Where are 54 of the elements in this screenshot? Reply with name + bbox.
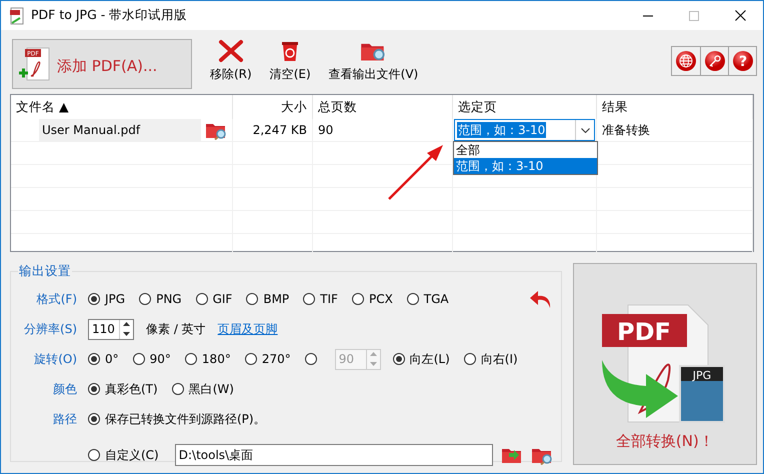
resolution-label: 分辨率(S) <box>23 320 77 338</box>
key-icon <box>704 50 726 72</box>
table-cell: 90 <box>313 119 453 142</box>
color-radio[interactable]: 黑白(W) <box>172 380 234 398</box>
path-label: 路径 <box>52 410 77 428</box>
column-header[interactable]: 结果 <box>597 95 753 119</box>
table-cell: User Manual.pdf <box>39 119 201 141</box>
cross-icon <box>218 39 244 63</box>
app-icon <box>9 6 25 24</box>
format-radio[interactable]: TIF <box>303 292 338 306</box>
chevron-down-icon <box>580 128 590 132</box>
page-range-dropdown[interactable]: 范围，如：3-10 <box>454 119 595 141</box>
resolution-spinner[interactable]: 110 <box>88 318 134 340</box>
key-button[interactable] <box>700 47 728 75</box>
color-radio[interactable]: 真彩色(T) <box>88 380 158 398</box>
down-icon <box>370 362 377 366</box>
globe-icon <box>675 50 697 72</box>
maximize-icon <box>689 10 699 20</box>
format-radio[interactable]: PNG <box>139 292 182 306</box>
down-icon <box>123 332 130 336</box>
path-field[interactable]: D:\tools\桌面 <box>174 444 493 466</box>
column-header[interactable]: 大小 <box>233 95 313 119</box>
rotation-label: 旋转(O) <box>33 350 77 368</box>
close-icon <box>734 10 746 21</box>
rotation-radio[interactable]: 0° <box>88 352 119 366</box>
table-cell: 准备转换 <box>597 119 753 142</box>
window-title: PDF to JPG - 带水印试用版 <box>31 7 188 24</box>
format-radio[interactable]: BMP <box>246 292 290 306</box>
format-radio[interactable]: PCX <box>352 292 393 306</box>
header-footer-link[interactable]: 页眉及页脚 <box>218 320 278 338</box>
path-radio[interactable]: 自定义(C) <box>88 446 159 464</box>
table-cell: 2,247 KB <box>233 119 313 142</box>
view-button[interactable]: 查看输出文件(V) <box>328 39 418 83</box>
remove-button[interactable]: 移除(R) <box>210 39 252 83</box>
path-radio[interactable]: 保存已转换文件到源路径(P)。 <box>88 410 266 428</box>
clear-button[interactable]: 清空(E) <box>270 39 311 83</box>
direction-radio[interactable]: 向左(L) <box>392 350 450 368</box>
minimize-icon <box>643 14 653 16</box>
format-radio[interactable]: GIF <box>196 292 232 306</box>
format-radio[interactable]: TGA <box>406 292 449 306</box>
color-label: 颜色 <box>52 380 77 398</box>
format-radio[interactable]: JPG <box>88 292 126 306</box>
rotation-radio[interactable]: 90° <box>132 352 171 366</box>
unit-label: 像素 / 英寸 <box>146 320 206 338</box>
up-icon <box>123 322 130 326</box>
group-title: 输出设置 <box>18 263 72 280</box>
column-header[interactable]: 总页数 <box>313 95 453 119</box>
undo-arrow-icon[interactable] <box>528 288 553 310</box>
direction-radio[interactable]: 向右(I) <box>464 350 518 368</box>
format-label: 格式(F) <box>36 290 77 308</box>
rotation-radio[interactable]: 270° <box>244 352 291 366</box>
rotation-radio[interactable]: 180° <box>184 352 231 366</box>
up-icon <box>370 352 377 356</box>
dropdown-option[interactable]: 范围，如：3-10 <box>454 158 597 174</box>
